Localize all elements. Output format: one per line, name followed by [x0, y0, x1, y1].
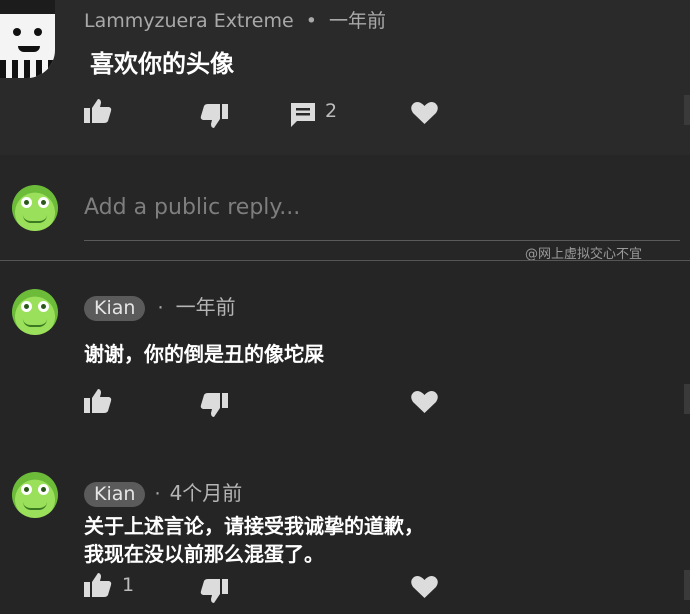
timestamp[interactable]: 4个月前	[170, 481, 243, 505]
reply-input-underline	[84, 240, 680, 241]
comment-text: 喜欢你的头像	[90, 50, 234, 78]
heart-button[interactable]	[411, 390, 438, 414]
scrollbar[interactable]	[684, 570, 690, 600]
comment-thread: Lammyzuera Extreme • 一年前 喜欢你的头像 2 Add a …	[0, 0, 690, 614]
reply-count: 2	[325, 100, 338, 122]
dislike-button[interactable]	[200, 392, 228, 418]
heart-icon	[411, 101, 438, 125]
thumbs-down-icon	[200, 103, 228, 129]
separator: •	[305, 10, 317, 32]
reply-text: 谢谢，你的倒是丑的像坨屎	[84, 342, 324, 366]
scrollbar[interactable]	[684, 384, 690, 414]
reply-header: Kian · 4个月前	[84, 477, 242, 507]
scrollbar[interactable]	[684, 95, 690, 125]
author-name[interactable]: Kian	[84, 482, 146, 507]
avatar[interactable]	[12, 472, 58, 518]
thumbs-down-icon	[200, 392, 228, 418]
reply-button[interactable]	[290, 102, 316, 128]
heart-icon	[411, 575, 438, 599]
top-comment: Lammyzuera Extreme • 一年前 喜欢你的头像 2	[0, 0, 690, 155]
like-button[interactable]	[84, 98, 112, 124]
avatar[interactable]	[0, 0, 55, 78]
reply-text-line-1: 关于上述言论，请接受我诚挚的道歉，	[84, 514, 424, 538]
heart-button[interactable]	[411, 575, 438, 599]
comment-icon	[290, 102, 316, 128]
thumbs-up-icon	[84, 572, 112, 598]
author-name[interactable]: Kian	[84, 296, 146, 321]
like-button[interactable]	[84, 572, 112, 598]
timestamp[interactable]: 一年前	[329, 10, 386, 32]
thumbs-down-icon	[200, 578, 228, 604]
dislike-button[interactable]	[200, 103, 228, 129]
separator: ·	[157, 297, 164, 319]
heart-button[interactable]	[411, 101, 438, 125]
user-avatar[interactable]	[12, 185, 58, 231]
divider	[0, 260, 690, 261]
reply-text-line-2: 我现在没以前那么混蛋了。	[84, 542, 324, 566]
timestamp[interactable]: 一年前	[176, 295, 236, 319]
heart-icon	[411, 390, 438, 414]
reply-input[interactable]: Add a public reply...	[84, 195, 504, 225]
author-name[interactable]: Lammyzuera Extreme	[84, 10, 294, 32]
avatar[interactable]	[12, 289, 58, 335]
like-count: 1	[122, 574, 135, 596]
separator: ·	[154, 483, 161, 505]
thumbs-up-icon	[84, 98, 112, 124]
thumbs-up-icon	[84, 388, 112, 414]
dislike-button[interactable]	[200, 578, 228, 604]
reply-header: Kian · 一年前	[84, 291, 236, 321]
like-button[interactable]	[84, 388, 112, 414]
comment-header: Lammyzuera Extreme • 一年前	[84, 6, 386, 33]
